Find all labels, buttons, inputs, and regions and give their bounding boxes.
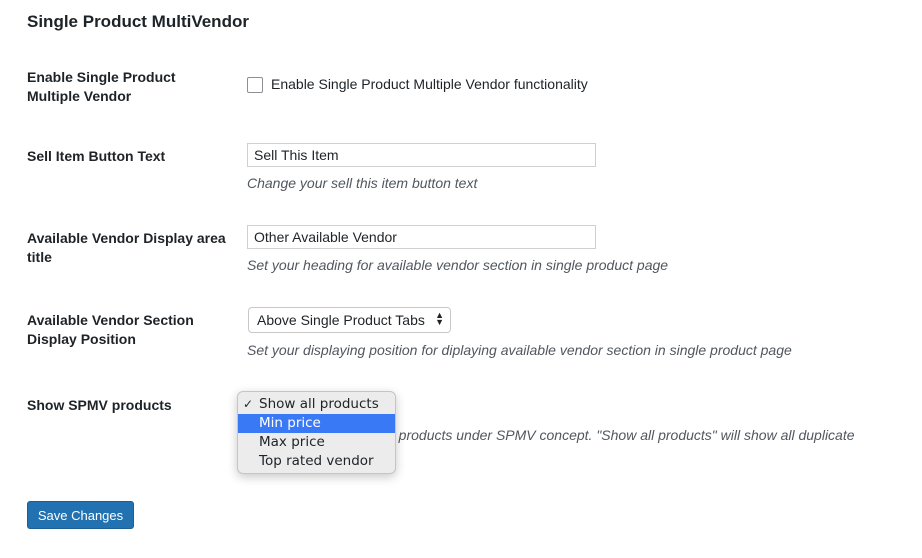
dropdown-option-show-all-products[interactable]: ✓ Show all products (238, 395, 395, 414)
page-title: Single Product MultiVendor (27, 12, 249, 31)
option-label: Max price (259, 434, 325, 450)
enable-spmv-checkbox[interactable] (247, 77, 263, 93)
vendor-section-position-value: Above Single Product Tabs (257, 312, 425, 328)
vendor-display-title-label: Available Vendor Display area title (27, 230, 226, 265)
vendor-display-title-description: Set your heading for available vendor se… (247, 257, 669, 273)
checkmark-icon: ✓ (243, 397, 254, 411)
enable-spmv-label: Enable Single Product Multiple Vendor (27, 69, 176, 104)
select-arrows-icon: ▲ ▼ (435, 310, 444, 327)
sell-item-button-text-input[interactable] (247, 143, 596, 167)
option-label: Top rated vendor (259, 453, 374, 469)
vendor-section-position-description: Set your displaying position for diplayi… (247, 342, 792, 358)
sell-item-button-text-label: Sell Item Button Text (27, 148, 166, 164)
option-label: Show all products (259, 396, 379, 412)
vendor-section-position-select[interactable]: Above Single Product Tabs ▲ ▼ (248, 307, 451, 333)
sell-item-button-text-description: Change your sell this item button text (247, 175, 478, 191)
show-spmv-products-label: Show SPMV products (27, 397, 172, 413)
option-label: Min price (259, 415, 321, 431)
show-spmv-products-dropdown[interactable]: ✓ Show all products Min price Max price … (237, 391, 396, 474)
enable-spmv-checkbox-label[interactable]: Enable Single Product Multiple Vendor fu… (271, 76, 588, 92)
vendor-display-title-input[interactable] (247, 225, 596, 249)
dropdown-option-top-rated-vendor[interactable]: Top rated vendor (238, 452, 395, 471)
show-spmv-products-description: n products under SPMV concept. "Show all… (387, 427, 855, 443)
vendor-section-position-label: Available Vendor Section Display Positio… (27, 312, 194, 347)
save-changes-button[interactable]: Save Changes (27, 501, 134, 529)
dropdown-option-max-price[interactable]: Max price (238, 433, 395, 452)
dropdown-option-min-price[interactable]: Min price (238, 414, 395, 433)
